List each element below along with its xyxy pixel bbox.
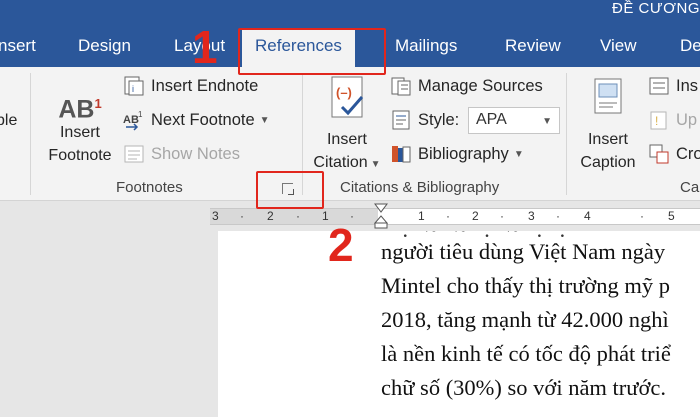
ribbon-panel: ple AB1 Insert Footnote i Insert Endnote… xyxy=(0,67,700,201)
next-footnote-label: Next Footnote xyxy=(151,110,255,129)
ruler-tick: 2 xyxy=(267,209,274,223)
references-tab-highlight xyxy=(238,28,386,75)
captions-group-label: Ca xyxy=(680,179,700,196)
tab-developer[interactable]: De xyxy=(680,36,700,58)
text-line: Mintel cho thấy thị trường mỹ p xyxy=(381,273,671,298)
bibliography-icon xyxy=(392,146,411,163)
group-separator xyxy=(566,73,567,195)
tab-view[interactable]: View xyxy=(600,36,637,58)
insert-footnote-label-line1: Insert xyxy=(59,124,100,141)
style-control: Style: xyxy=(390,107,459,133)
ruler-tick: · xyxy=(500,209,504,223)
manage-sources-label: Manage Sources xyxy=(418,76,543,95)
text-line: người tiêu dùng Việt Nam ngày xyxy=(381,239,666,264)
insert-table-of-figures-button[interactable]: Ins xyxy=(648,73,698,99)
ruler-tick: · xyxy=(446,209,450,223)
insert-caption-button[interactable]: Insert Caption xyxy=(572,75,644,174)
show-notes-label: Show Notes xyxy=(151,144,240,163)
cross-reference-button[interactable]: Cro xyxy=(648,141,700,167)
text-line: 2018, tăng mạnh từ 42.000 nghì xyxy=(381,307,669,332)
horizontal-ruler[interactable]: 3 · 2 · 1 · 1 · 2 · 3 · 4 · 5 xyxy=(210,203,700,229)
svg-text:(–): (–) xyxy=(336,85,352,100)
tab-mailings[interactable]: Mailings xyxy=(395,36,457,58)
footnotes-group-label: Footnotes xyxy=(116,179,183,196)
svg-text:!: ! xyxy=(655,114,658,128)
previous-group-button[interactable]: ple xyxy=(0,109,17,132)
chevron-down-icon: ▼ xyxy=(513,148,524,160)
document-page[interactable]: ' . ~ ~ . ~ . . người tiêu dùng Việt Nam… xyxy=(218,231,700,417)
table-of-figures-icon xyxy=(649,77,669,95)
chevron-down-icon: ▼ xyxy=(259,114,270,126)
citations-group-label: Citations & Bibliography xyxy=(340,179,500,196)
tab-insert[interactable]: nsert xyxy=(0,36,36,58)
document-paragraph: người tiêu dùng Việt Nam ngày Mintel cho… xyxy=(381,235,671,405)
ruler-tick: · xyxy=(556,209,560,223)
tab-review[interactable]: Review xyxy=(505,36,561,58)
show-notes-button[interactable]: Show Notes xyxy=(123,141,240,167)
step-number-2: 2 xyxy=(328,219,354,271)
ruler-tick: · xyxy=(240,209,244,223)
style-icon xyxy=(392,110,410,130)
next-footnote-button[interactable]: AB 1 Next Footnote ▼ xyxy=(123,107,270,133)
ruler-tick: 1 xyxy=(418,209,425,223)
cross-reference-icon xyxy=(649,144,669,164)
show-notes-icon xyxy=(124,145,144,163)
insert-caption-label-line2: Caption xyxy=(580,154,636,171)
insert-footnote-label-line2: Footnote xyxy=(48,147,112,164)
next-footnote-icon: AB 1 xyxy=(123,110,143,131)
bibliography-label: Bibliography xyxy=(418,144,509,163)
cross-reference-label: Cro xyxy=(676,144,700,163)
insert-citation-label-line1: Insert xyxy=(326,131,367,148)
update-table-button[interactable]: ! Up xyxy=(648,107,697,133)
insert-footnote-icon: AB1 xyxy=(58,95,102,124)
tab-design[interactable]: Design xyxy=(78,36,131,58)
document-title: ĐỀ CƯƠNG xyxy=(612,0,700,17)
svg-text:AB: AB xyxy=(123,114,139,126)
ruler-tick: · xyxy=(640,209,644,223)
chevron-down-icon: ▼ xyxy=(542,116,552,127)
indent-marker-icon[interactable] xyxy=(374,203,388,229)
step-number-1: 1 xyxy=(192,21,218,73)
group-separator xyxy=(30,73,31,195)
insert-caption-label-line1: Insert xyxy=(587,131,628,148)
ruler-tick: 2 xyxy=(472,209,479,223)
text-line: là nền kinh tế có tốc độ phát triể xyxy=(381,341,671,366)
chevron-down-icon: ▼ xyxy=(370,159,381,170)
manage-sources-button[interactable]: Manage Sources xyxy=(390,73,543,99)
svg-text:i: i xyxy=(132,84,134,94)
insert-table-of-figures-label: Ins xyxy=(676,76,699,95)
insert-endnote-label: Insert Endnote xyxy=(151,76,259,95)
insert-endnote-button[interactable]: i Insert Endnote xyxy=(123,73,258,99)
text-line: chữ số (30%) so với năm trước. xyxy=(381,375,667,400)
ruler-tick: 3 xyxy=(528,209,535,223)
ruler-tick: 3 xyxy=(212,209,219,223)
insert-footnote-button[interactable]: AB1 Insert Footnote xyxy=(42,87,118,167)
style-label: Style: xyxy=(418,110,460,129)
update-table-icon: ! xyxy=(650,111,667,130)
bibliography-button[interactable]: Bibliography ▼ xyxy=(390,141,524,167)
insert-citation-button[interactable]: (–) Insert Citation ▼ xyxy=(306,75,388,176)
ruler-tick: 4 xyxy=(584,209,591,223)
ruler-tick: · xyxy=(296,209,300,223)
insert-caption-icon xyxy=(594,78,622,114)
manage-sources-icon xyxy=(391,77,411,96)
ruler-tick: 5 xyxy=(668,209,675,223)
insert-citation-icon: (–) xyxy=(331,76,364,118)
svg-text:1: 1 xyxy=(138,110,143,119)
citation-style-select[interactable]: APA ▼ xyxy=(468,107,560,134)
citation-style-value: APA xyxy=(476,111,507,128)
update-table-label: Up xyxy=(676,110,698,129)
insert-endnote-icon: i xyxy=(124,76,144,96)
dialog-launcher-highlight xyxy=(256,171,324,209)
